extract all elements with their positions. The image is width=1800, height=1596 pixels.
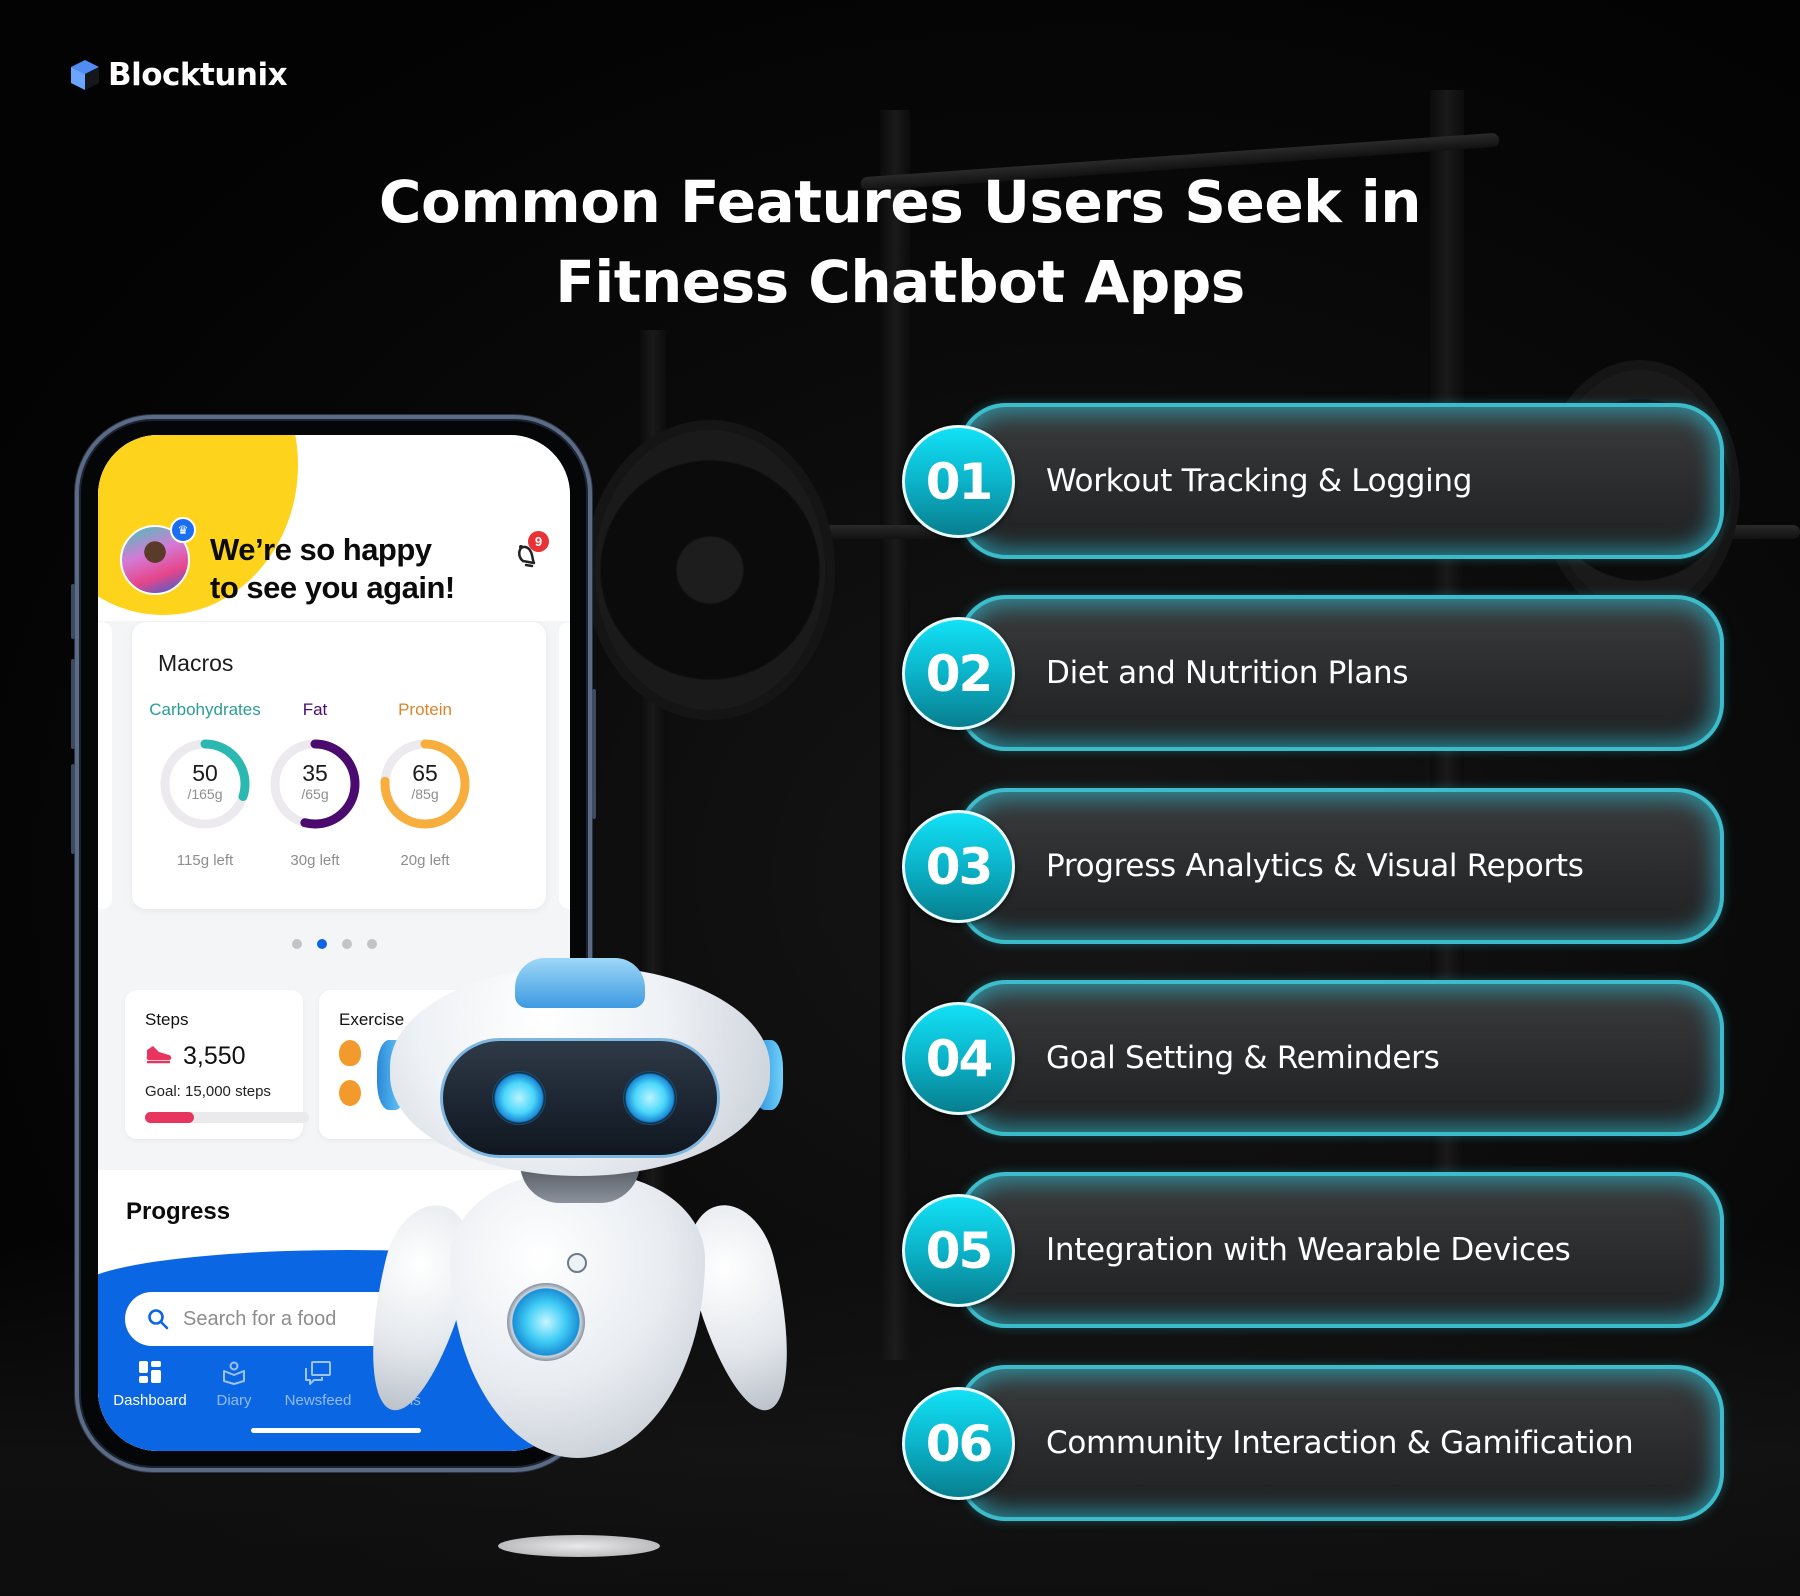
feature-label: Diet and Nutrition Plans	[1046, 655, 1409, 691]
nav-dashboard[interactable]: Dashboard	[108, 1360, 192, 1409]
notification-badge: 9	[528, 531, 549, 552]
feature-item: 03 Progress Analytics & Visual Reports	[902, 788, 1724, 944]
robot-core-light	[507, 1283, 585, 1361]
carousel-dot[interactable]	[366, 939, 377, 949]
search-icon	[148, 1309, 169, 1330]
feature-label: Progress Analytics & Visual Reports	[1046, 848, 1584, 884]
nav-label: Newsfeed	[284, 1392, 352, 1409]
robot-eye-right	[623, 1071, 677, 1125]
carousel-dot[interactable]	[291, 939, 302, 949]
feature-number-badge: 06	[902, 1387, 1015, 1500]
greeting-line-2: to see you again!	[210, 570, 455, 605]
macro-value: 65	[412, 760, 438, 786]
carousel-dots	[98, 939, 570, 949]
macro-max: /65g	[301, 786, 329, 802]
feature-label: Goal Setting & Reminders	[1046, 1040, 1440, 1076]
nav-diary[interactable]: Diary	[192, 1360, 276, 1409]
macro-ring: 65 /85g	[375, 734, 475, 834]
macro-max: /165g	[187, 786, 223, 802]
dashboard-icon	[108, 1360, 192, 1392]
carousel-dot[interactable]	[316, 939, 327, 949]
macro-value: 35	[302, 760, 328, 786]
feature-item: 02 Diet and Nutrition Plans	[902, 595, 1724, 751]
macro-value: 50	[192, 760, 218, 786]
crown-icon: ♛	[170, 517, 196, 543]
carousel-card-prev[interactable]	[98, 622, 112, 909]
robot-visor	[440, 1038, 720, 1158]
steps-goal: Goal: 15,000 steps	[145, 1083, 271, 1100]
newsfeed-icon	[276, 1360, 360, 1392]
nav-label: Dashboard	[113, 1392, 187, 1409]
phone-side-button	[71, 584, 75, 639]
macro-remaining: 20g left	[400, 852, 450, 869]
robot-chest-button	[567, 1253, 587, 1273]
robot-eye-left	[492, 1071, 546, 1125]
macro-ring: 50 /165g	[155, 734, 255, 834]
feature-label: Integration with Wearable Devices	[1046, 1232, 1571, 1268]
feature-label: Community Interaction & Gamification	[1046, 1425, 1634, 1461]
steps-progress-bar	[145, 1112, 309, 1123]
feature-number-badge: 01	[902, 425, 1015, 538]
feature-number-badge: 03	[902, 810, 1015, 923]
steps-title: Steps	[145, 1010, 189, 1029]
screen-header: ♛ We’re so happy to see you again! 9	[98, 435, 570, 621]
phone-side-button	[592, 689, 596, 819]
feature-label: Workout Tracking & Logging	[1046, 463, 1473, 499]
feature-number-badge: 02	[902, 617, 1015, 730]
robot-mascot	[350, 958, 815, 1558]
steps-card[interactable]: Steps 3,550 Goal: 15,000 steps	[125, 990, 309, 1139]
nav-label: Diary	[216, 1392, 252, 1409]
sneaker-icon	[145, 1043, 173, 1071]
macro-name: Protein	[398, 700, 452, 719]
robot-shadow	[498, 1535, 660, 1557]
progress-title: Progress	[126, 1198, 231, 1225]
robot-head-crest	[515, 958, 645, 1008]
feature-item: 04 Goal Setting & Reminders	[902, 980, 1724, 1136]
macro-max: /85g	[411, 786, 439, 802]
feature-item: 05 Integration with Wearable Devices	[902, 1172, 1724, 1328]
feature-item: 01 Workout Tracking & Logging	[902, 403, 1724, 559]
macro-protein: Protein 65 /85g 20g left	[360, 700, 490, 869]
steps-value: 3,550	[183, 1042, 246, 1070]
phone-side-button	[71, 764, 75, 854]
feature-item: 06 Community Interaction & Gamification	[902, 1365, 1724, 1521]
greeting-line-1: We’re so happy	[210, 532, 432, 567]
phone-side-button	[71, 659, 75, 749]
greeting: We’re so happy to see you again!	[210, 531, 455, 607]
steps-row: 3,550	[145, 1042, 246, 1071]
carousel-dot[interactable]	[341, 939, 352, 949]
carousel-card-next[interactable]	[559, 622, 570, 909]
macros-card[interactable]: Macros Carbohydrates 50 /165g 115g left …	[132, 622, 546, 909]
diary-icon	[192, 1360, 276, 1392]
steps-progress-fill	[145, 1112, 195, 1123]
macros-title: Macros	[158, 650, 234, 676]
feature-number-badge: 05	[902, 1194, 1015, 1307]
nav-newsfeed[interactable]: Newsfeed	[276, 1360, 360, 1409]
sneaker-glyph	[146, 1045, 172, 1063]
feature-number-badge: 04	[902, 1002, 1015, 1115]
macro-ring: 35 /65g	[265, 734, 365, 834]
search-placeholder: Search for a food	[183, 1307, 337, 1330]
